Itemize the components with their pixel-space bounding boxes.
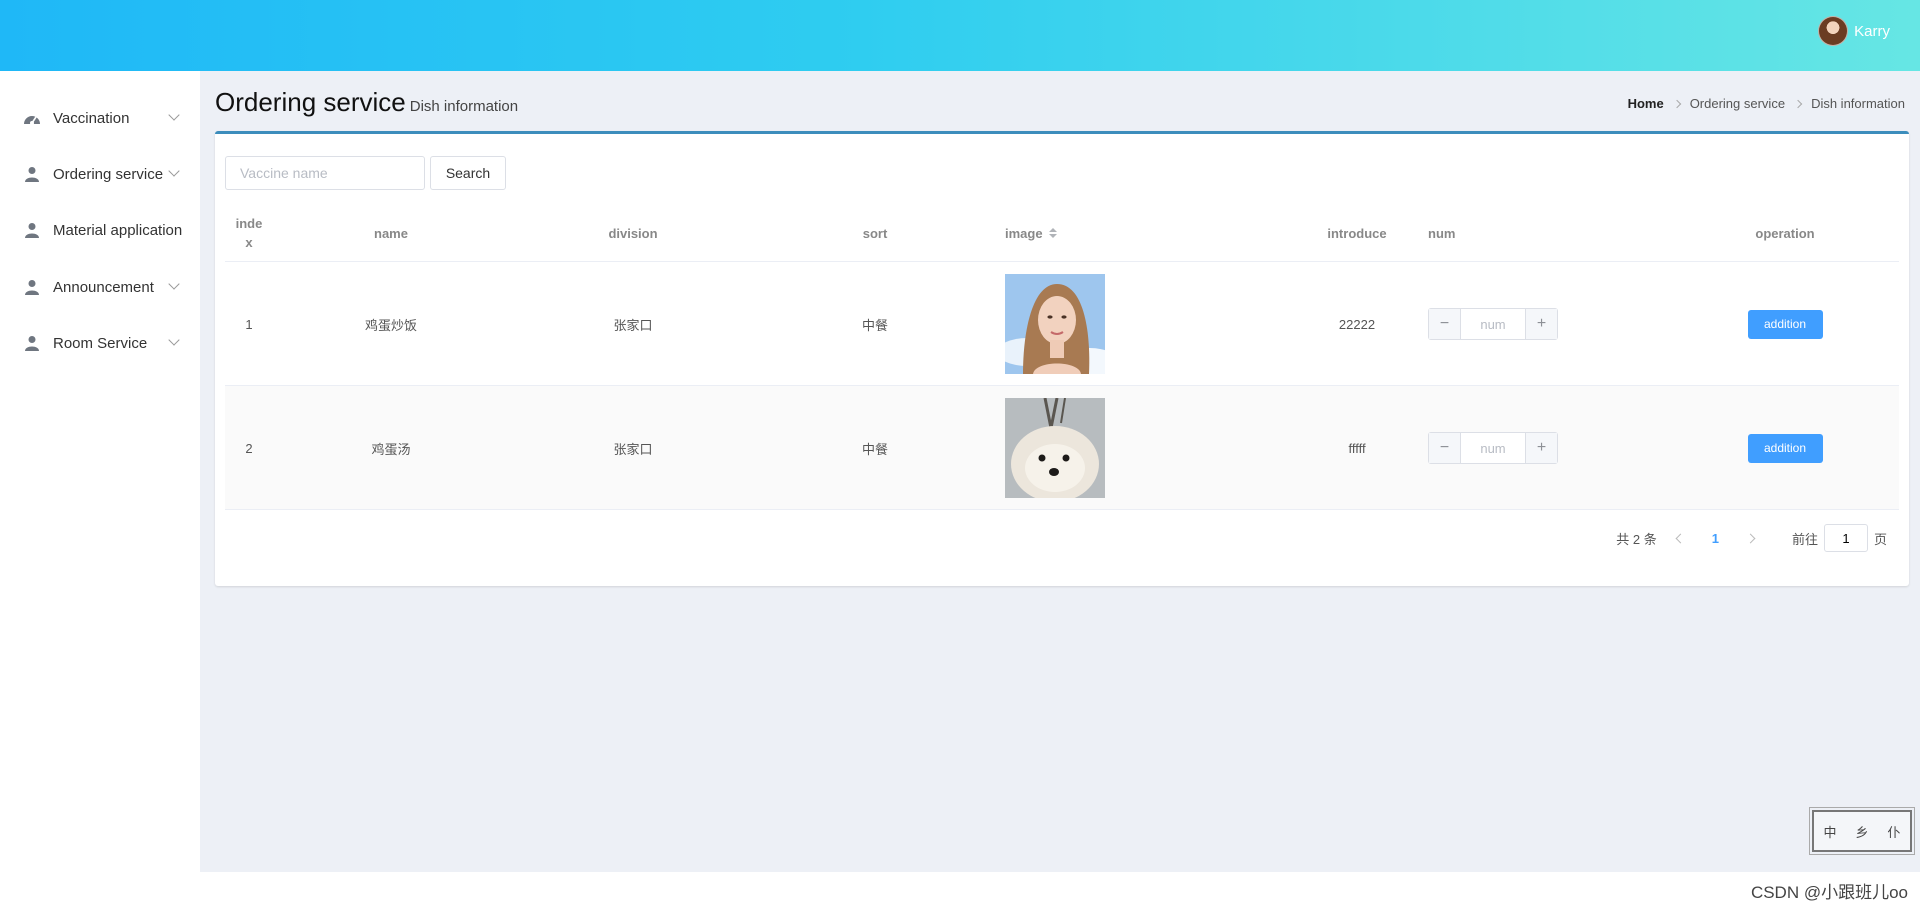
chevron-down-icon	[168, 278, 180, 290]
stamp-char: 仆	[1887, 824, 1901, 840]
page-subtitle: Dish information	[409, 98, 519, 115]
stamp-char: 中	[1823, 824, 1837, 840]
chevron-down-icon	[168, 109, 180, 121]
avatar[interactable]	[1818, 16, 1849, 46]
dashboard-icon	[22, 108, 42, 128]
table-header: index name division sort image introduce…	[225, 204, 1899, 262]
cell-num: − +	[1428, 262, 1568, 386]
page-title-text: Ordering service	[215, 87, 406, 117]
seal-stamp: 中 乡 仆	[1809, 807, 1915, 855]
dish-table: index name division sort image introduce…	[225, 204, 1899, 510]
chevron-down-icon	[168, 165, 180, 177]
breadcrumb-home[interactable]: Home	[1628, 96, 1664, 111]
cell-name: 鸡蛋炒饭	[364, 317, 417, 333]
increment-button[interactable]: +	[1525, 309, 1557, 339]
pagination-goto-label: 前往	[1791, 531, 1818, 547]
chevron-left-icon[interactable]	[1675, 533, 1686, 543]
main-content: Ordering service Dish information Home Or…	[200, 71, 1920, 872]
column-header-division: division	[608, 225, 658, 241]
cell-num: − +	[1428, 386, 1568, 510]
dish-image	[1005, 274, 1105, 374]
table-row: 2 鸡蛋汤 张家口 中餐 fffff − num + addition	[225, 386, 1899, 510]
column-header-image-label: image	[1005, 225, 1043, 241]
stamp-char: 乡	[1855, 824, 1869, 840]
quantity-stepper: − +	[1428, 432, 1558, 464]
breadcrumb-item: Dish information	[1811, 96, 1905, 111]
chevron-down-icon	[168, 334, 180, 346]
user-icon	[22, 220, 42, 240]
sidebar-item-label: Vaccination	[53, 109, 130, 127]
cell-introduce: fffff	[1348, 440, 1366, 456]
pagination: 共 2 条 1 前往 页	[1616, 524, 1887, 552]
cell-name: 鸡蛋汤	[371, 441, 411, 457]
user-icon	[22, 333, 42, 353]
column-header-index: index	[235, 216, 263, 250]
sidebar-item-label: Material application	[53, 221, 183, 239]
column-header-name: name	[374, 225, 408, 241]
addition-button[interactable]: addition	[1747, 433, 1823, 463]
watermark: CSDN @小跟班儿oo	[1750, 883, 1908, 902]
pagination-total: 共 2 条	[1616, 531, 1657, 547]
column-header-num: num	[1428, 225, 1456, 241]
column-header-operation: operation	[1755, 225, 1815, 241]
search-button[interactable]: Search	[430, 156, 506, 190]
pagination-current-page[interactable]: 1	[1712, 531, 1719, 546]
dish-image	[1005, 398, 1105, 498]
top-header: Karry	[0, 0, 1920, 71]
sidebar-item-announcement[interactable]: Announcement	[0, 267, 200, 307]
quantity-input[interactable]	[1461, 309, 1525, 339]
search-input[interactable]	[225, 156, 425, 190]
cell-sort: 中餐	[861, 317, 888, 333]
quantity-input[interactable]	[1461, 433, 1525, 463]
cell-operation: addition	[1725, 386, 1845, 510]
user-menu[interactable]: Karry	[1818, 16, 1890, 46]
sidebar-item-material-application[interactable]: Material application	[0, 210, 200, 250]
chevron-right-icon	[1672, 99, 1681, 108]
pagination-page-suffix: 页	[1873, 531, 1887, 547]
addition-button[interactable]: addition	[1747, 309, 1823, 339]
sidebar-item-label: Room Service	[53, 334, 148, 352]
pagination-goto-input[interactable]	[1823, 524, 1868, 552]
content-panel: Search index name division sort image in…	[215, 131, 1909, 586]
sidebar-item-room-service[interactable]: Room Service	[0, 323, 200, 363]
cell-index: 1	[245, 316, 253, 332]
chevron-right-icon	[1793, 99, 1803, 108]
increment-button[interactable]: +	[1525, 433, 1557, 463]
cell-image	[1005, 386, 1145, 510]
table-row: 1 鸡蛋炒饭 张家口 中餐 22222 − num + addition	[225, 262, 1899, 386]
decrement-button[interactable]: −	[1429, 309, 1461, 339]
sidebar-item-label: Announcement	[53, 278, 154, 296]
column-header-image[interactable]: image	[1005, 204, 1145, 262]
decrement-button[interactable]: −	[1429, 433, 1461, 463]
cell-division: 张家口	[613, 317, 653, 333]
sidebar: Vaccination Ordering service Material ap…	[0, 71, 200, 872]
sidebar-item-label: Ordering service	[53, 165, 164, 183]
cell-index: 2	[245, 440, 253, 456]
breadcrumb: Home Ordering service Dish information	[1628, 96, 1905, 111]
chevron-right-icon[interactable]	[1745, 533, 1756, 543]
sidebar-item-ordering-service[interactable]: Ordering service	[0, 154, 200, 194]
quantity-stepper: − +	[1428, 308, 1558, 340]
sort-caret-icon[interactable]	[1048, 228, 1057, 238]
cell-introduce: 22222	[1338, 316, 1376, 332]
column-header-sort: sort	[862, 225, 888, 241]
cell-division: 张家口	[613, 441, 653, 457]
cell-image	[1005, 262, 1145, 386]
column-header-introduce: introduce	[1327, 225, 1387, 241]
user-icon	[22, 277, 42, 297]
page-title: Ordering service Dish information	[215, 87, 518, 118]
user-name[interactable]: Karry	[1854, 23, 1890, 40]
user-icon	[22, 164, 42, 184]
breadcrumb-item[interactable]: Ordering service	[1690, 96, 1785, 111]
cell-sort: 中餐	[861, 441, 888, 457]
sidebar-item-vaccination[interactable]: Vaccination	[0, 98, 200, 138]
cell-operation: addition	[1725, 262, 1845, 386]
